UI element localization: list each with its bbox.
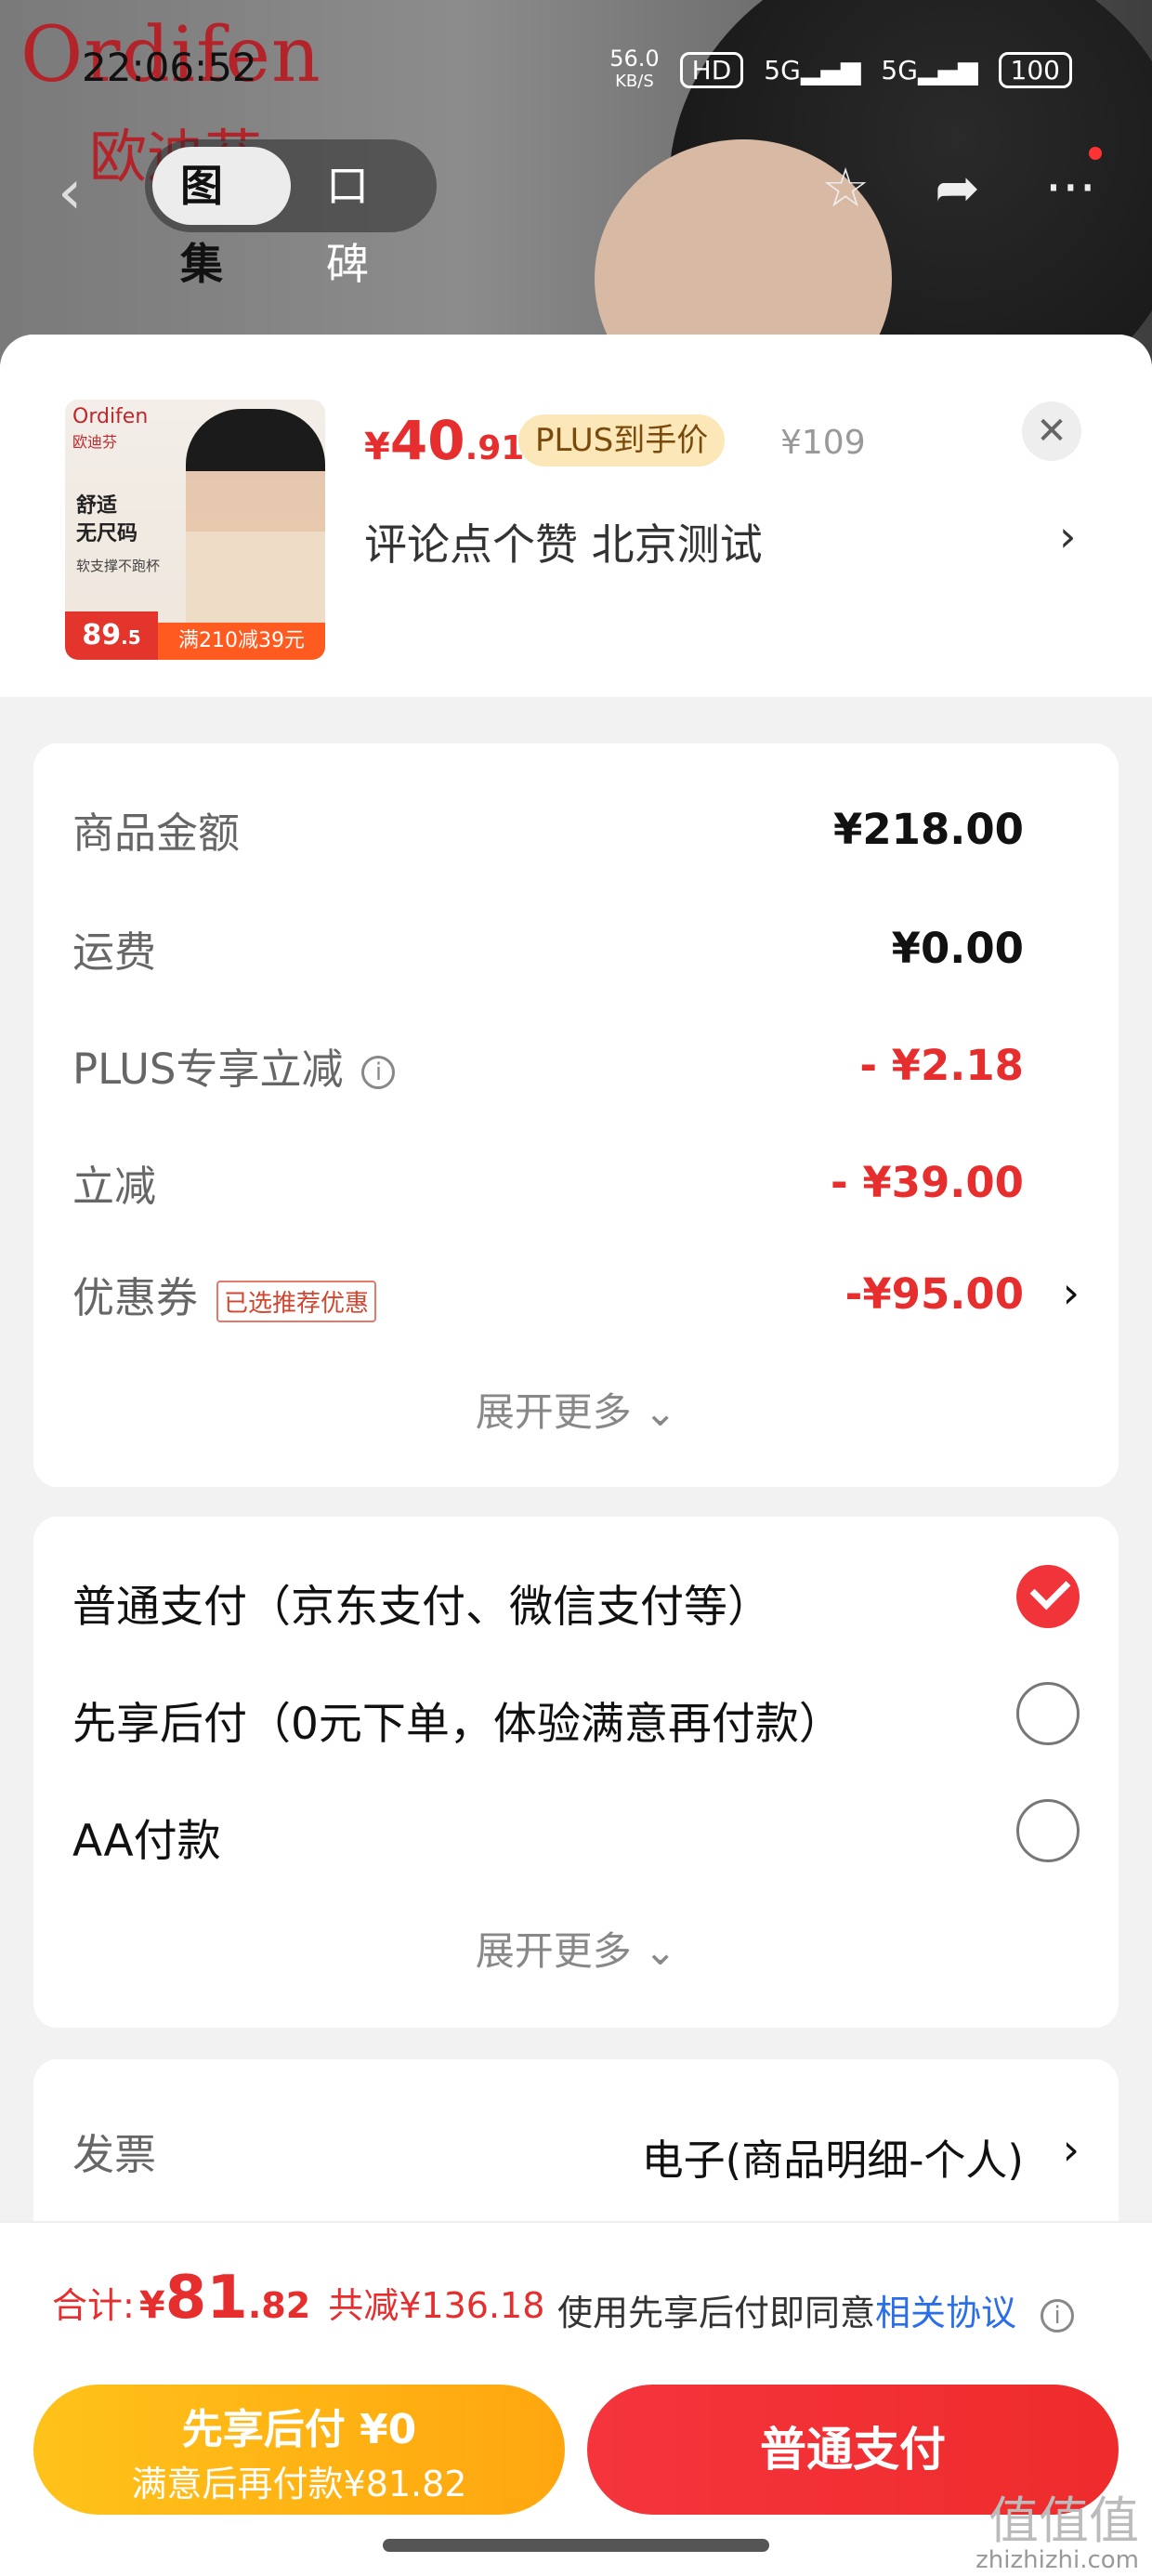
- product-summary: Ordifen 欧迪芬 舒适 无尺码 软支撑不跑杯 89.5 满210减39元 …: [0, 335, 1152, 697]
- radio-unchecked-icon[interactable]: [1016, 1799, 1080, 1862]
- nav-actions: ☆ ➦ ···: [821, 147, 1102, 219]
- payment-option-label: 普通支付（京东支付、微信支付等）: [72, 1582, 771, 1633]
- thumb-price-tag: 89.5: [65, 611, 158, 660]
- chevron-right-icon[interactable]: ›: [1059, 511, 1076, 561]
- row-value: ¥0.00: [891, 924, 1024, 973]
- hd-icon: HD: [679, 52, 744, 88]
- thumbnail-model: [186, 409, 325, 632]
- total-dec: .82: [247, 2285, 311, 2326]
- row-label: 立减: [72, 1162, 157, 1211]
- thumb-promo-tag: 满210减39元: [158, 623, 325, 660]
- row-value: - ¥2.18: [859, 1041, 1024, 1090]
- delivery-address[interactable]: 评论点个赞 北京测试: [364, 511, 763, 572]
- price-currency: ¥: [364, 426, 390, 468]
- watermark: 值值值 zhizhizhi.com: [975, 2491, 1139, 2575]
- total-currency: ¥: [138, 2284, 165, 2327]
- order-summary-bar: 合计: ¥81.82 共减¥136.18 使用先享后付即同意相关协议 i: [0, 2221, 1152, 2372]
- product-price: ¥40.91: [364, 409, 524, 472]
- product-thumbnail[interactable]: Ordifen 欧迪芬 舒适 无尺码 软支撑不跑杯 89.5 满210减39元: [65, 400, 325, 660]
- original-price: ¥109: [780, 424, 866, 462]
- payment-option-normal[interactable]: 普通支付（京东支付、微信支付等）: [72, 1565, 1080, 1639]
- close-icon[interactable]: ✕: [1022, 401, 1081, 461]
- status-icons: 56.0 KB/S HD 5G▂▄▆ 5G▂▄▆ 100: [609, 46, 1072, 92]
- thumb-line2: 无尺码: [76, 522, 138, 545]
- plus-price-badge: PLUS到手价: [518, 414, 726, 467]
- row-value: - ¥39.00: [831, 1158, 1024, 1207]
- agreement-link[interactable]: 相关协议: [875, 2293, 1016, 2333]
- info-icon[interactable]: i: [1041, 2298, 1075, 2333]
- row-label: 优惠券: [72, 1273, 199, 1322]
- price-int: 40: [389, 409, 465, 472]
- amount-row-shipping: 运费 ¥0.00: [72, 918, 1080, 983]
- more-icon[interactable]: ···: [1045, 147, 1102, 219]
- payment-option-label: 先享后付（0元下单，体验满意再付款）: [72, 1699, 843, 1750]
- total-saved: 共减¥136.18: [328, 2285, 545, 2326]
- row-label: 运费: [72, 927, 157, 977]
- amount-row-plus-discount: PLUS专享立减 i - ¥2.18: [72, 1035, 1080, 1100]
- amount-row-instant-discount: 立减 - ¥39.00: [72, 1152, 1080, 1217]
- row-label-wrap: PLUS专享立减 i: [72, 1035, 396, 1096]
- invoice-row[interactable]: 发票 电子(商品明细-个人) ›: [72, 2121, 1080, 2186]
- thumb-line3: 软支撑不跑杯: [76, 558, 161, 574]
- expand-more-payment[interactable]: 展开更多 ⌄: [33, 1920, 1119, 1977]
- payment-card: 普通支付（京东支付、微信支付等） 先享后付（0元下单，体验满意再付款） AA付款…: [33, 1517, 1119, 2028]
- info-icon[interactable]: i: [361, 1056, 396, 1089]
- speed-unit: KB/S: [615, 72, 654, 91]
- network-speed: 56.0 KB/S: [609, 46, 660, 92]
- row-label-wrap: 优惠券 已选推荐优惠: [72, 1264, 377, 1324]
- agreement-text: 使用先享后付即同意相关协议 i: [557, 2284, 1075, 2335]
- invoice-card[interactable]: 发票 电子(商品明细-个人) ›: [33, 2059, 1119, 2245]
- top-navigation: ‹ 图集 口碑 ☆ ➦ ···: [0, 139, 1152, 289]
- battery-icon: 100: [998, 52, 1072, 88]
- thumb-brand-cn: 欧迪芬: [72, 433, 118, 451]
- star-icon[interactable]: ☆: [821, 156, 870, 219]
- status-time: 22:06:52: [82, 45, 257, 90]
- watermark-logo: 值值值: [988, 2491, 1139, 2550]
- expand-more-amounts[interactable]: 展开更多 ⌄: [33, 1381, 1119, 1438]
- row-label: 商品金额: [72, 808, 241, 858]
- home-indicator[interactable]: [383, 2539, 769, 2552]
- row-label: PLUS专享立减: [72, 1045, 344, 1094]
- price-dec: .91: [465, 429, 525, 467]
- agreement-prefix: 使用先享后付即同意: [557, 2293, 876, 2333]
- pay-later-line1: 先享后付 ¥0: [181, 2406, 417, 2453]
- payment-option-pay-later[interactable]: 先享后付（0元下单，体验满意再付款）: [72, 1682, 1080, 1756]
- row-value: ¥218.00: [833, 805, 1024, 854]
- notification-dot: [1089, 147, 1102, 160]
- thumb-brand-en: Ordifen: [72, 405, 149, 428]
- chevron-right-icon[interactable]: ›: [1063, 2124, 1080, 2175]
- back-arrow-icon[interactable]: ‹: [58, 156, 82, 228]
- recommended-coupon-tag: 已选推荐优惠: [216, 1280, 377, 1322]
- invoice-value: 电子(商品明细-个人): [641, 2136, 1024, 2185]
- total-label: 合计:: [52, 2285, 135, 2326]
- payment-option-label: AA付款: [72, 1816, 221, 1867]
- speed-value: 56.0: [609, 46, 660, 72]
- row-value: -¥95.00: [844, 1269, 1024, 1319]
- chevron-right-icon[interactable]: ›: [1063, 1268, 1080, 1318]
- watermark-url: zhizhizhi.com: [975, 2546, 1139, 2574]
- invoice-label: 发票: [72, 2130, 157, 2179]
- payment-option-aa[interactable]: AA付款: [72, 1799, 1080, 1873]
- pay-later-button[interactable]: 先享后付 ¥0 满意后再付款¥81.82: [33, 2385, 565, 2515]
- thumb-line1: 舒适: [76, 494, 118, 518]
- total-int: 81: [164, 2264, 248, 2333]
- chevron-down-icon: ⌄: [644, 1928, 677, 1974]
- amount-row-coupon[interactable]: 优惠券 已选推荐优惠 -¥95.00 ›: [72, 1264, 1080, 1329]
- tab-reviews[interactable]: 口碑: [298, 147, 437, 289]
- pay-later-line2: 满意后再付款¥81.82: [131, 2464, 467, 2504]
- share-icon[interactable]: ➦: [935, 156, 980, 219]
- radio-unchecked-icon[interactable]: [1016, 1682, 1080, 1745]
- tab-gallery[interactable]: 图集: [152, 147, 291, 289]
- chevron-down-icon: ⌄: [644, 1389, 677, 1435]
- amount-card: 商品金额 ¥218.00 运费 ¥0.00 PLUS专享立减 i - ¥2.18 …: [33, 743, 1119, 1487]
- amount-row-goods: 商品金额 ¥218.00: [72, 799, 1080, 864]
- signal-icon-1: 5G▂▄▆: [764, 55, 861, 85]
- media-tabs: 图集 口碑: [145, 139, 437, 289]
- signal-icon-2: 5G▂▄▆: [881, 55, 978, 85]
- radio-checked-icon[interactable]: [1016, 1565, 1080, 1628]
- order-total: 合计: ¥81.82 共减¥136.18: [52, 2264, 544, 2333]
